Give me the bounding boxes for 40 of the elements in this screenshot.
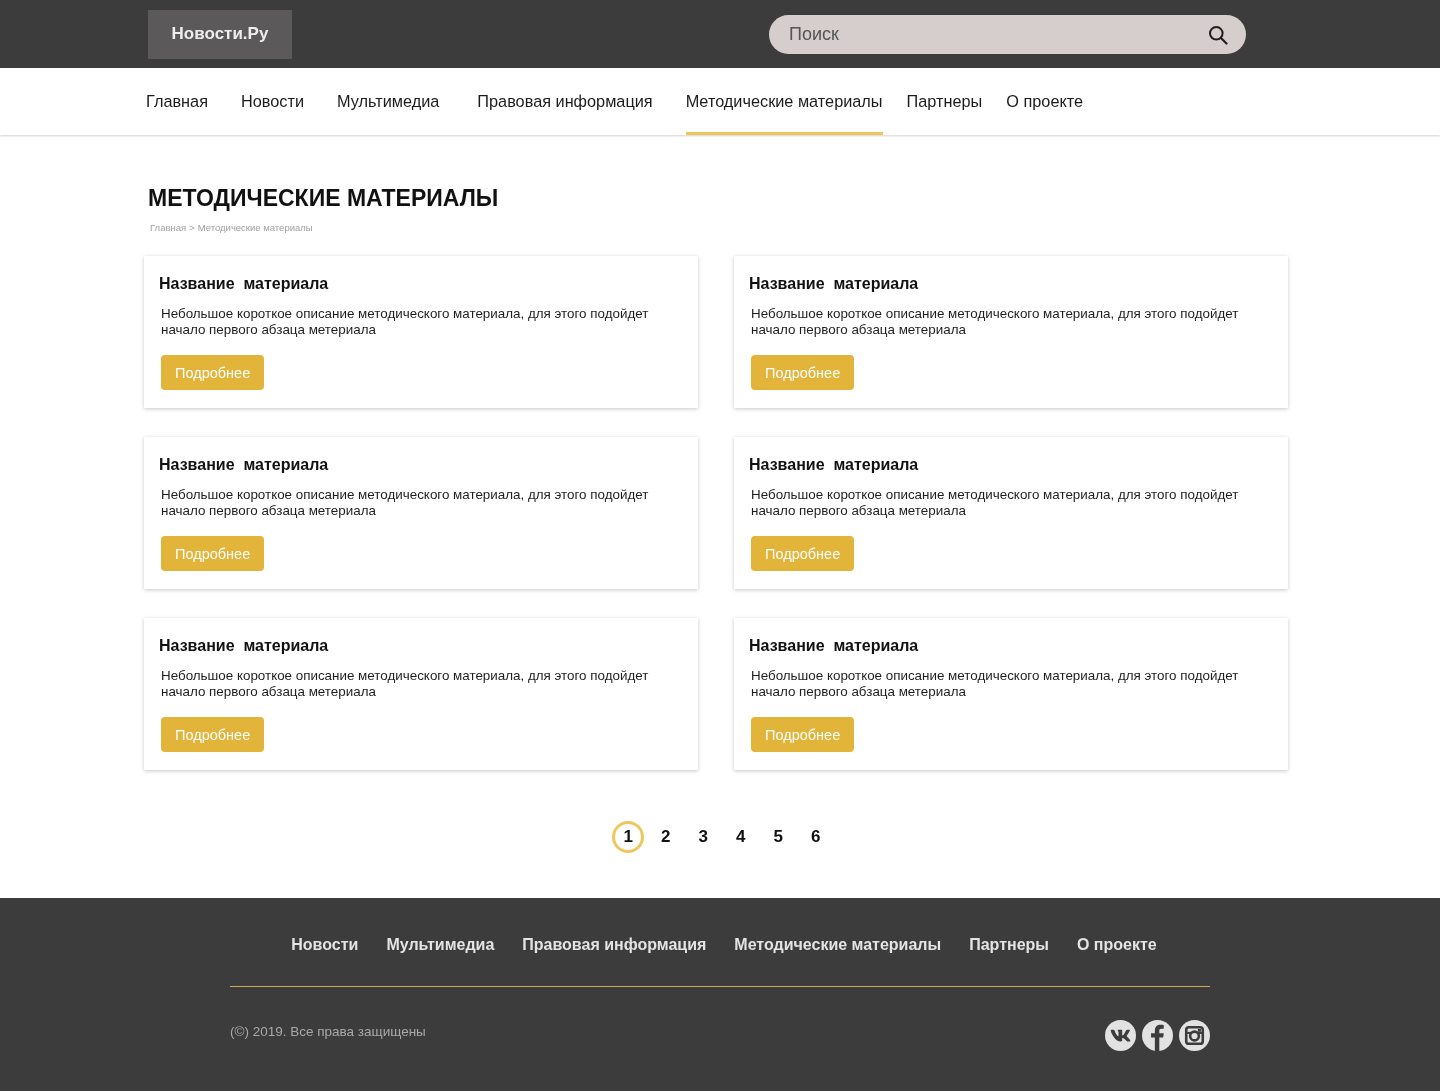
footer-link[interactable]: Мультимедиа bbox=[386, 934, 495, 956]
footer-link[interactable]: О проекте bbox=[1076, 934, 1157, 956]
card-description: Небольшое короткое описание методического материала, для этого подойдет начало первого абзаца метериала bbox=[751, 487, 1240, 519]
breadcrumb-separator: > bbox=[189, 222, 195, 234]
card-description: Небольшое короткое описание методического материала, для этого подойдет начало первого абзаца метериала bbox=[751, 306, 1240, 338]
nav-link[interactable]: Главная bbox=[146, 68, 208, 135]
facebook-icon[interactable] bbox=[1142, 1020, 1173, 1051]
page-title: МЕТОДИЧЕСКИЕ МАТЕРИАЛЫ bbox=[148, 184, 500, 213]
footer-link[interactable]: Партнеры bbox=[969, 934, 1049, 956]
logo[interactable]: Новости.Ру bbox=[148, 9, 292, 59]
nav-link[interactable]: Мультимедиа bbox=[337, 68, 440, 135]
card-description: Небольшое короткое описание методического материала, для этого подойдет начало первого абзаца метериала bbox=[161, 306, 650, 338]
card-title: Название материала bbox=[159, 274, 330, 294]
card-title: Название материала bbox=[159, 455, 330, 475]
page-link[interactable]: 5 bbox=[762, 821, 795, 853]
vk-icon[interactable] bbox=[1105, 1020, 1136, 1051]
copyright-text: (©) 2019. Все права защищены bbox=[230, 1024, 426, 1040]
page-link[interactable]: 6 bbox=[799, 821, 832, 853]
instagram-icon[interactable] bbox=[1179, 1020, 1210, 1051]
card-title: Название материала bbox=[749, 455, 920, 475]
nav-link[interactable]: Партнеры bbox=[906, 68, 983, 135]
nav-link[interactable]: Новости bbox=[240, 68, 304, 135]
card-title: Название материала bbox=[749, 636, 920, 656]
card-description: Небольшое короткое описание методического материала, для этого подойдет начало первого абзаца метериала bbox=[161, 668, 650, 700]
page-link[interactable]: 1 bbox=[612, 821, 645, 853]
footer-link[interactable]: Правовая информация bbox=[522, 934, 707, 956]
nav-link[interactable]: О проекте bbox=[1006, 68, 1084, 135]
nav-link[interactable]: Правовая информация bbox=[477, 68, 653, 135]
footer-link[interactable]: Методические материалы bbox=[734, 934, 942, 956]
page-link[interactable]: 3 bbox=[687, 821, 720, 853]
footer-link[interactable]: Новости bbox=[291, 934, 359, 956]
search-icon[interactable] bbox=[1208, 24, 1228, 45]
search-field[interactable]: Поиск bbox=[769, 14, 1246, 54]
page-link[interactable]: 4 bbox=[724, 821, 757, 853]
card-title: Название материала bbox=[159, 636, 330, 656]
nav-link[interactable]: Методические материалы bbox=[685, 68, 883, 135]
card-title: Название материала bbox=[749, 274, 920, 294]
card-description: Небольшое короткое описание методического материала, для этого подойдет начало первого абзаца метериала bbox=[751, 668, 1240, 700]
card-description: Небольшое короткое описание методического материала, для этого подойдет начало первого абзаца метериала bbox=[161, 487, 650, 519]
page-link[interactable]: 2 bbox=[649, 821, 682, 853]
